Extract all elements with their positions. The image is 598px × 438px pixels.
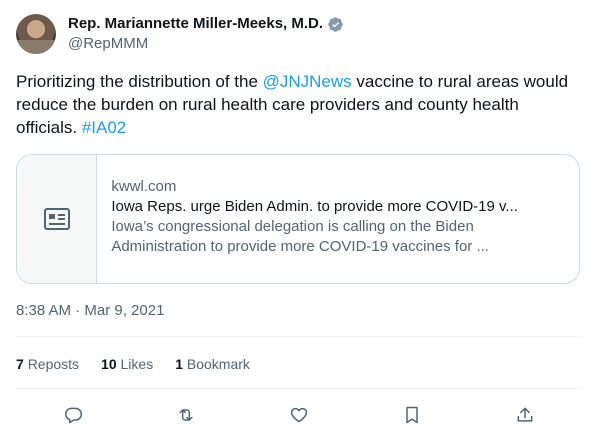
tweet-text: Prioritizing the distribution of the @JN… [16, 70, 582, 139]
reply-icon [64, 407, 82, 424]
tweet-text-part1: Prioritizing the distribution of the [16, 72, 263, 91]
reply-button[interactable] [55, 400, 91, 430]
card-description: Iowa’s congressional delegation is calli… [111, 218, 489, 255]
author-name[interactable]: Rep. Mariannette Miller-Meeks, M.D. [68, 14, 323, 34]
bookmarks-stat[interactable]: 1 Bookmark [175, 356, 250, 372]
share-button[interactable] [507, 400, 543, 430]
divider [16, 388, 582, 389]
likes-stat[interactable]: 10 Likes [101, 356, 153, 372]
tweet-timestamp[interactable]: 8:38 AM · Mar 9, 2021 [16, 302, 164, 319]
repost-icon [179, 409, 193, 421]
link-card[interactable]: kwwl.com Iowa Reps. urge Biden Admin. to… [16, 154, 580, 284]
repost-button[interactable] [168, 400, 204, 430]
article-icon [43, 208, 70, 230]
card-title: Iowa Reps. urge Biden Admin. to provide … [111, 198, 518, 215]
author-handle[interactable]: @RepMMM [68, 34, 344, 54]
divider [16, 336, 582, 337]
mention-link[interactable]: @JNJNews [263, 72, 352, 91]
engagement-stats: 7 Reposts 10 Likes 1 Bookmark [16, 356, 250, 372]
bookmark-icon [406, 406, 418, 424]
likes-count: 10 [101, 356, 117, 372]
card-domain: kwwl.com [111, 178, 177, 195]
action-bar [16, 400, 582, 430]
verified-badge-icon [328, 16, 343, 32]
reposts-stat[interactable]: 7 Reposts [16, 356, 79, 372]
card-thumbnail [17, 155, 98, 283]
reposts-count: 7 [16, 356, 24, 372]
like-icon [290, 407, 308, 423]
bookmarks-count: 1 [175, 356, 183, 372]
author-name-row: Rep. Mariannette Miller-Meeks, M.D. [68, 14, 344, 34]
author-info: Rep. Mariannette Miller-Meeks, M.D. @Rep… [68, 14, 344, 54]
bookmark-button[interactable] [394, 400, 430, 430]
card-body: kwwl.com Iowa Reps. urge Biden Admin. to… [97, 155, 579, 283]
share-icon [517, 407, 533, 422]
avatar[interactable] [16, 14, 56, 54]
hashtag-link[interactable]: #IA02 [82, 118, 126, 137]
reposts-label: Reposts [27, 356, 80, 372]
tweet-header: Rep. Mariannette Miller-Meeks, M.D. @Rep… [16, 12, 344, 56]
likes-label: Likes [120, 356, 154, 372]
like-button[interactable] [281, 400, 317, 430]
bookmarks-label: Bookmark [186, 356, 250, 372]
